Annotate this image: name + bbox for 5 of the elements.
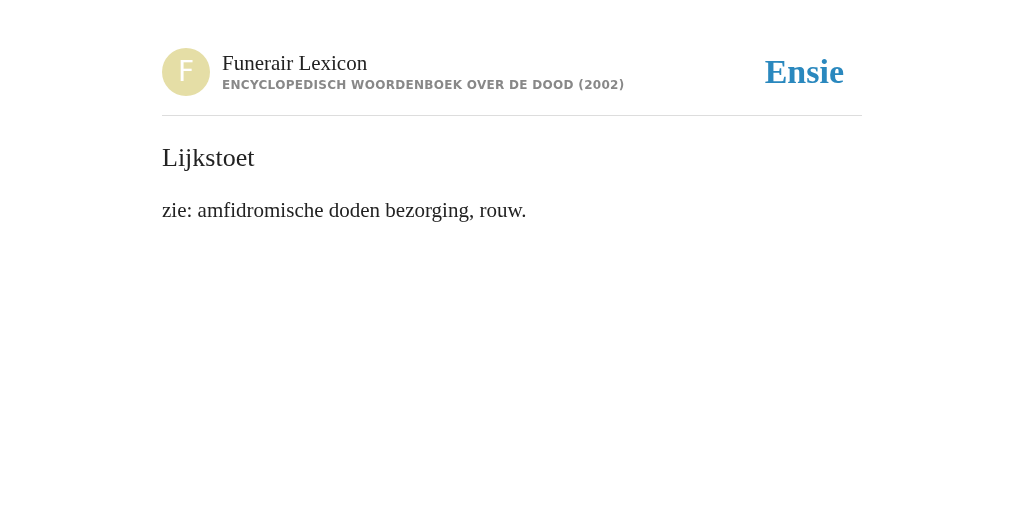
lexicon-subtitle: ENCYCLOPEDISCH WOORDENBOEK OVER DE DOOD (2002) — [222, 76, 625, 94]
ensie-logo[interactable]: Ensie — [764, 46, 844, 97]
lexicon-title[interactable]: Funerair Lexicon — [222, 49, 625, 76]
entry-heading: Lijkstoet — [162, 142, 256, 174]
entry-text: zie: amfidromische doden bezorging, rouw. — [162, 197, 528, 224]
